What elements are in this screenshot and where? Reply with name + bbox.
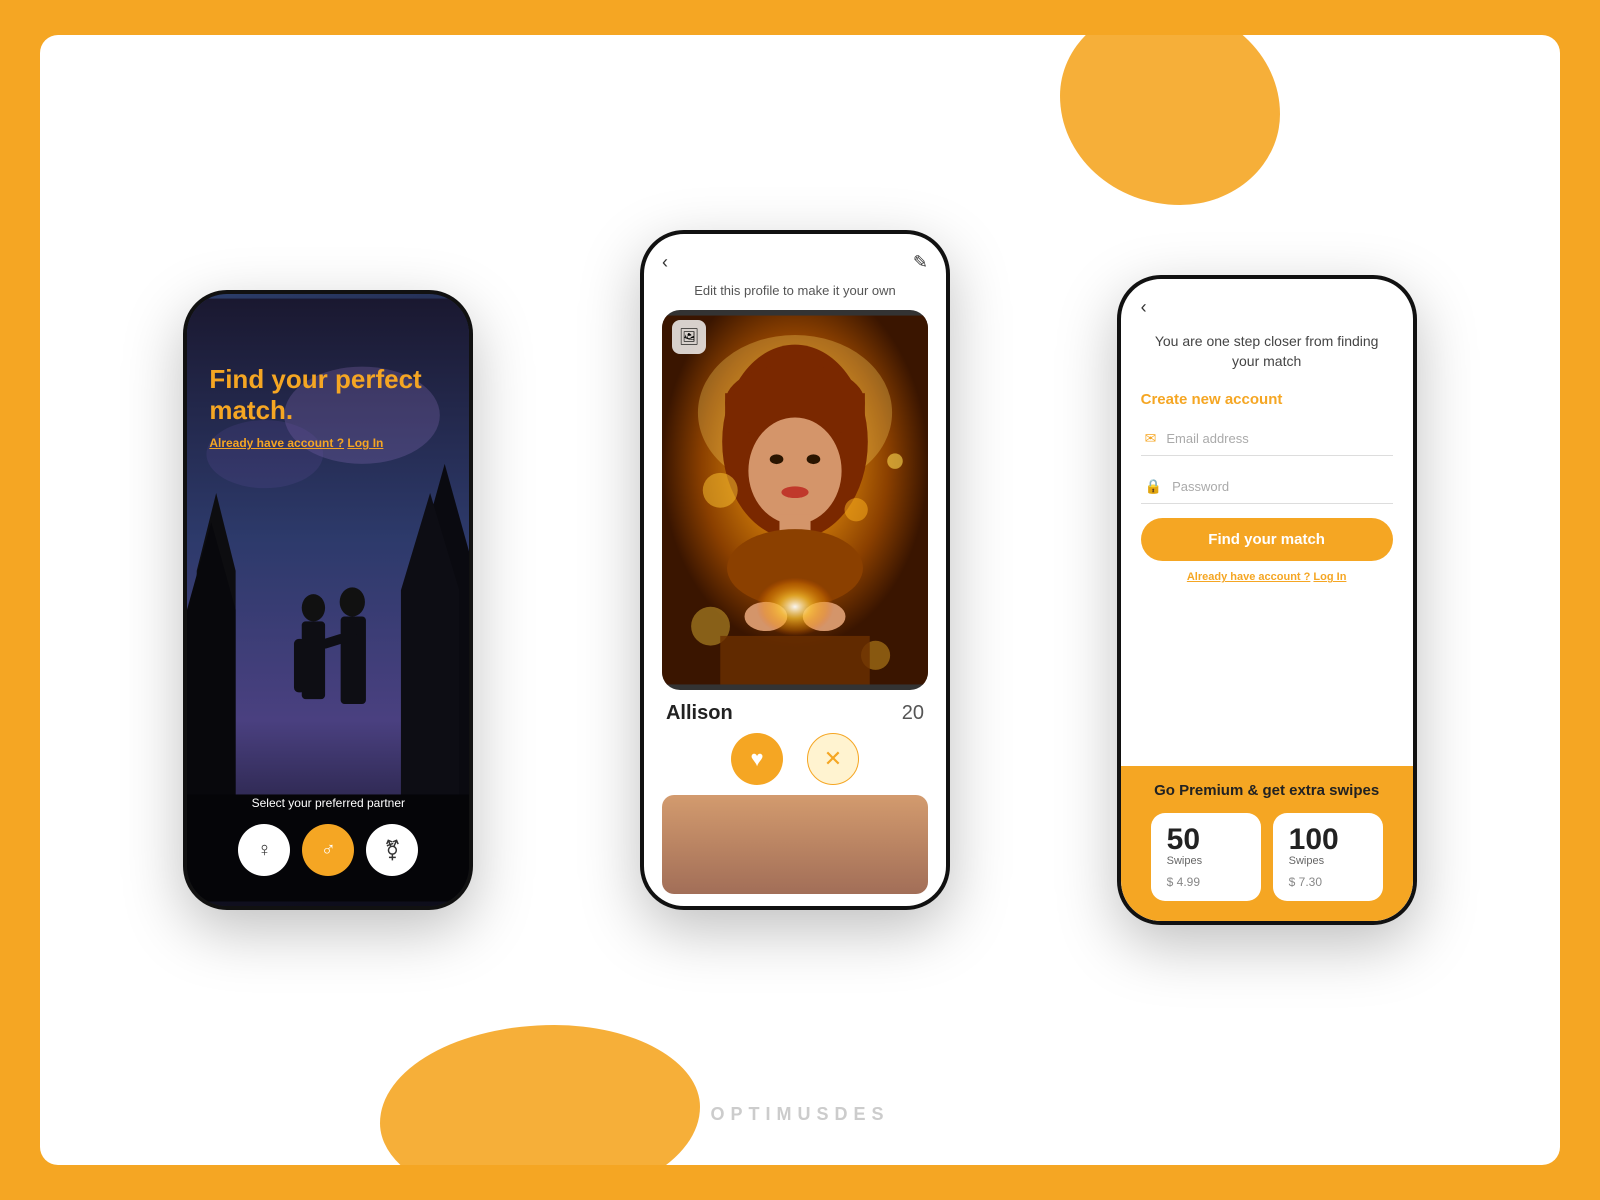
swipe-price-100: $ 7.30 bbox=[1289, 875, 1367, 889]
back-icon-center[interactable]: ‹ bbox=[662, 252, 668, 273]
create-account-label: Create new account bbox=[1141, 391, 1393, 408]
edit-icon-center[interactable]: ✎ bbox=[913, 252, 928, 273]
password-input-field: 🔒 Password bbox=[1141, 470, 1393, 504]
female-gender-btn[interactable]: ♀ bbox=[238, 824, 290, 876]
swipe-cards: 50 Swipes $ 4.99 100 Swipes $ 7.30 bbox=[1141, 813, 1393, 901]
action-buttons: ♥ ✕ bbox=[662, 733, 928, 785]
login-link-right[interactable]: Log In bbox=[1313, 571, 1346, 583]
blob-top-right bbox=[1060, 35, 1280, 205]
phone-right-headline: You are one step closer from finding you… bbox=[1141, 332, 1393, 371]
back-icon-right[interactable]: ‹ bbox=[1141, 297, 1393, 318]
phone-center-inner: ‹ ✎ Edit this profile to make it your ow… bbox=[644, 234, 946, 906]
swipe-count-100: 100 bbox=[1289, 825, 1367, 855]
premium-section: Go Premium & get extra swipes 50 Swipes … bbox=[1121, 766, 1413, 921]
profile-name: Allison bbox=[666, 702, 733, 725]
watermark: OPTIMUSDES bbox=[710, 1104, 889, 1125]
gender-buttons: ♀ ♂ ⚧ bbox=[238, 824, 418, 876]
swipe-label-100: Swipes bbox=[1289, 855, 1367, 867]
nonbinary-gender-btn[interactable]: ⚧ bbox=[366, 824, 418, 876]
phone-right: ‹ You are one step closer from finding y… bbox=[1117, 275, 1417, 925]
outer-frame: Find your perfect match. Already have ac… bbox=[40, 35, 1560, 1165]
photo-upload-icon[interactable]: 🖼 bbox=[672, 320, 706, 354]
swipe-card-50[interactable]: 50 Swipes $ 4.99 bbox=[1151, 813, 1261, 901]
phone-left-bottom: Select your preferred partner ♀ ♂ ⚧ bbox=[187, 796, 469, 876]
phone-left-inner: Find your perfect match. Already have ac… bbox=[187, 294, 469, 906]
password-placeholder[interactable]: Password bbox=[1172, 479, 1229, 494]
swipe-count-50: 50 bbox=[1167, 825, 1245, 855]
phone-center: ‹ ✎ Edit this profile to make it your ow… bbox=[640, 230, 950, 910]
swipe-price-50: $ 4.99 bbox=[1167, 875, 1245, 889]
email-input-field: ✉ Email address bbox=[1141, 422, 1393, 456]
lock-icon: 🔒 bbox=[1145, 478, 1162, 495]
like-button[interactable]: ♥ bbox=[731, 733, 783, 785]
preferred-text: Select your preferred partner bbox=[252, 796, 405, 810]
already-account-text: Already have account ? bbox=[209, 436, 344, 450]
phone-left-title: Find your perfect match. bbox=[209, 364, 447, 426]
phone-center-nav: ‹ ✎ bbox=[662, 252, 928, 273]
phone-right-inner: ‹ You are one step closer from finding y… bbox=[1121, 279, 1413, 921]
dislike-button[interactable]: ✕ bbox=[807, 733, 859, 785]
swipe-label-50: Swipes bbox=[1167, 855, 1245, 867]
find-match-button[interactable]: Find your match bbox=[1141, 518, 1393, 561]
already-text-right: Already have account ? bbox=[1187, 571, 1311, 583]
phone-left-subtitle: Already have account ? Log In bbox=[209, 436, 447, 450]
profile-card: 🖼 bbox=[662, 310, 928, 690]
email-icon: ✉ bbox=[1145, 430, 1157, 447]
profile-info-row: Allison 20 bbox=[662, 690, 928, 733]
male-gender-btn[interactable]: ♂ bbox=[302, 824, 354, 876]
phone-center-subtitle: Edit this profile to make it your own bbox=[662, 283, 928, 298]
profile-age: 20 bbox=[902, 702, 924, 725]
profile-card-preview bbox=[662, 795, 928, 894]
email-placeholder[interactable]: Email address bbox=[1166, 431, 1248, 446]
phone-right-top: ‹ You are one step closer from finding y… bbox=[1121, 279, 1413, 766]
blob-bottom-center bbox=[380, 1025, 700, 1165]
account-text-right: Already have account ? Log In bbox=[1141, 571, 1393, 583]
premium-title: Go Premium & get extra swipes bbox=[1141, 782, 1393, 799]
login-link-left[interactable]: Log In bbox=[347, 436, 383, 450]
swipe-card-100[interactable]: 100 Swipes $ 7.30 bbox=[1273, 813, 1383, 901]
phone-left-content: Find your perfect match. Already have ac… bbox=[187, 294, 469, 906]
phone-left: Find your perfect match. Already have ac… bbox=[183, 290, 473, 910]
